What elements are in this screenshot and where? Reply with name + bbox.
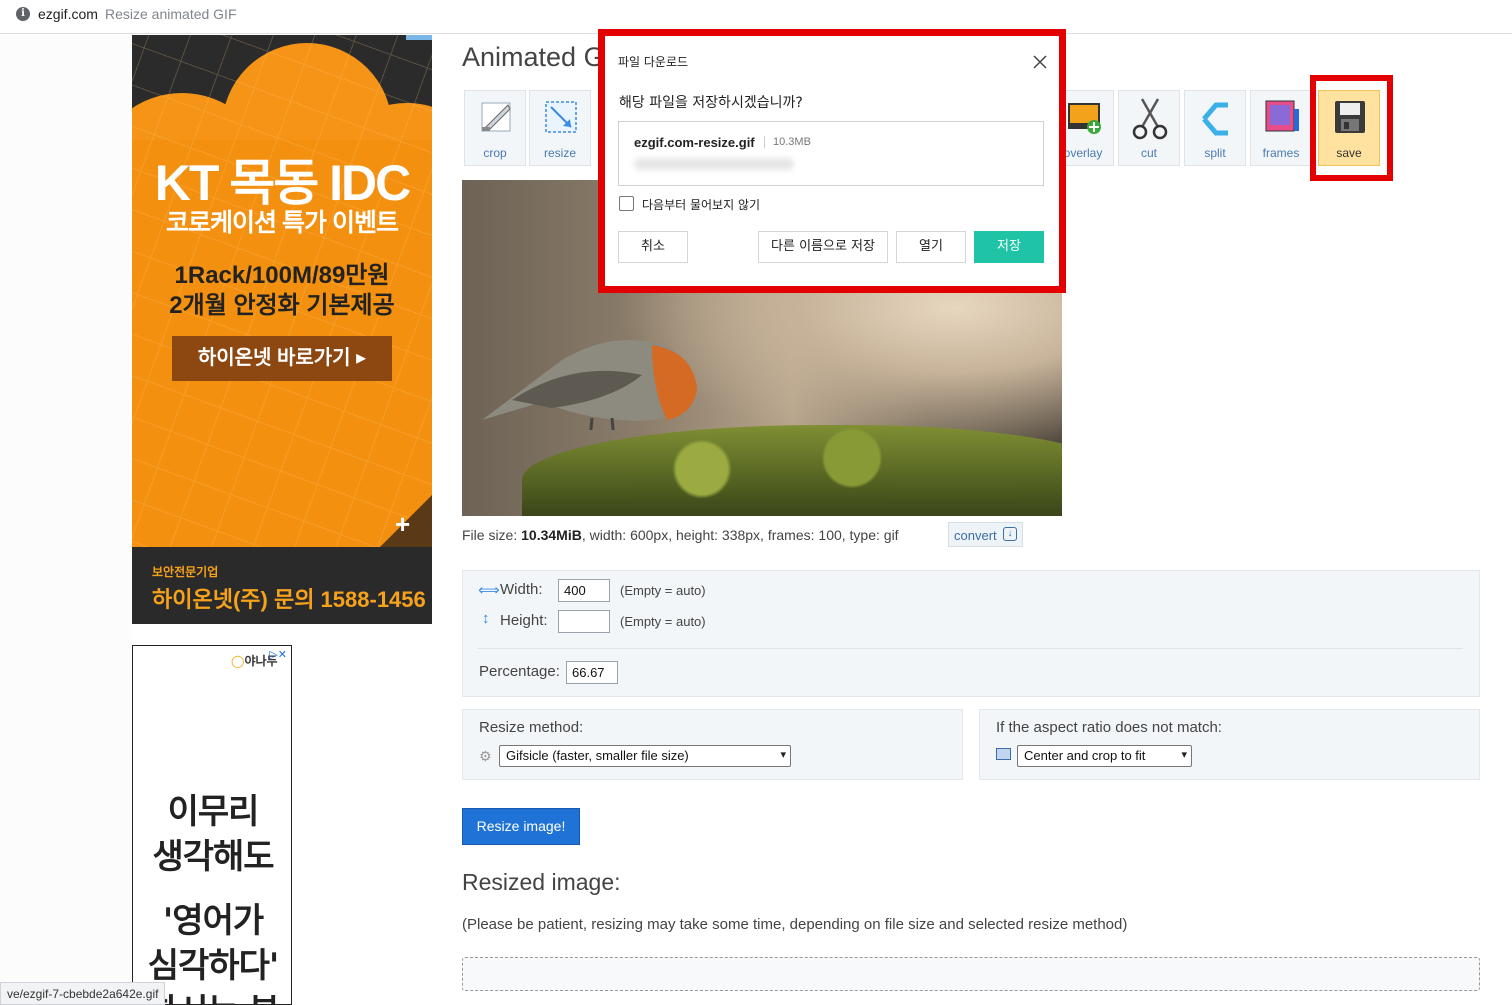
scissors-icon xyxy=(1132,98,1168,140)
tool-frames[interactable]: frames xyxy=(1250,90,1312,166)
crop-frame-icon xyxy=(996,748,1011,760)
ad-footer: 보안전문기업 하이온넷(주) 문의 1588-1456 xyxy=(132,547,432,624)
ad-offer-line2: 2개월 안정화 기본제공 xyxy=(169,292,395,319)
patience-note: (Please be patient, resizing may take so… xyxy=(462,916,1128,933)
resize-method-label: Resize method: xyxy=(479,719,584,736)
width-label: Width: xyxy=(500,581,543,598)
split-icon xyxy=(1202,102,1228,136)
percentage-label: Percentage: xyxy=(479,663,560,680)
height-label: Height: xyxy=(500,612,548,629)
kt-idc-ad-banner[interactable]: KT 목동 IDC 코로케이션 특가 이벤트 1Rack/100M/89만원 2… xyxy=(132,35,432,624)
download-arrow-icon: ↓ xyxy=(1003,527,1017,541)
save-highlight-box xyxy=(1310,75,1393,181)
dialog-blurred-path xyxy=(634,158,794,170)
ad-footer-contact: 하이온넷(주) 문의 1588-1456 xyxy=(152,587,426,612)
ad-footer-tagline: 보안전문기업 xyxy=(152,565,219,579)
width-hint: (Empty = auto) xyxy=(620,583,706,598)
crop-icon xyxy=(481,102,511,132)
ad-plus-icon[interactable]: + xyxy=(395,509,410,540)
ad2-line3: '영어가 xyxy=(162,901,264,941)
resized-image-heading: Resized image: xyxy=(462,869,621,895)
dont-ask-checkbox[interactable] xyxy=(619,196,634,211)
resize-icon xyxy=(545,101,577,133)
open-button[interactable]: 열기 xyxy=(896,231,966,263)
ad-cta-button[interactable]: 하이온넷 바로가기 ▸ xyxy=(172,336,392,381)
aspect-ratio-panel: If the aspect ratio does not match: Cent… xyxy=(979,709,1480,780)
dialog-title: 파일 다운로드 xyxy=(618,55,689,69)
ad-choices-icon[interactable] xyxy=(406,35,432,40)
percentage-input[interactable] xyxy=(566,661,618,684)
dialog-file-box: ezgif.com-resize.gif 10.3MB xyxy=(618,121,1044,186)
frames-icon xyxy=(1265,100,1299,132)
ad2-line2: 생각해도 xyxy=(152,837,274,877)
ad2-line4: 심각하다' xyxy=(147,946,280,986)
dialog-filesize: 10.3MB xyxy=(764,136,811,148)
ad-subheadline: 코로케이션 특가 이벤트 xyxy=(166,209,399,237)
file-download-dialog: 파일 다운로드 해당 파일을 저장하시겠습니까? ezgif.com-resiz… xyxy=(598,29,1066,293)
close-icon[interactable] xyxy=(1031,53,1049,71)
cancel-button[interactable]: 취소 xyxy=(618,231,688,263)
tool-crop[interactable]: crop xyxy=(464,90,526,166)
address-domain: ezgif.com xyxy=(38,6,98,22)
file-size: 10.34MiB xyxy=(521,527,582,543)
dialog-question: 해당 파일을 저장하시겠습니까? xyxy=(619,95,803,111)
left-margin xyxy=(0,35,132,1005)
tool-resize[interactable]: resize xyxy=(529,90,591,166)
info-icon[interactable]: i xyxy=(16,7,30,21)
height-arrows-icon: ↕ xyxy=(482,610,490,627)
gear-icon: ⚙ xyxy=(479,748,492,764)
address-page-title: Resize animated GIF xyxy=(105,6,237,22)
robin-bird-illustration xyxy=(482,340,697,430)
resized-output-area xyxy=(462,957,1480,991)
save-as-button[interactable]: 다른 이름으로 저장 xyxy=(758,231,888,263)
resize-method-select[interactable]: Gifsicle (faster, smaller file size) ▾ xyxy=(499,745,791,767)
aspect-ratio-label: If the aspect ratio does not match: xyxy=(996,719,1222,736)
moss-ground xyxy=(522,425,1062,516)
english-lesson-ad[interactable]: ◯야나두 ▷✕ 이무리 생각해도 '영어가 심각하다' 하시는 분 xyxy=(132,645,292,1005)
status-bar-url: ve/ezgif-7-cbebde2a642e.gif xyxy=(0,982,166,1005)
tool-split[interactable]: split xyxy=(1184,90,1246,166)
resize-method-panel: Resize method: ⚙ Gifsicle (faster, small… xyxy=(462,709,963,780)
resize-image-button[interactable]: Resize image! xyxy=(462,808,580,845)
dimensions-panel: ⟺ Width: (Empty = auto) ↕ Height: (Empty… xyxy=(462,570,1480,697)
ad-brand-circle-icon: ◯ xyxy=(231,654,245,668)
height-input[interactable] xyxy=(558,610,610,633)
chevron-down-icon: ▾ xyxy=(780,749,786,761)
convert-button[interactable]: convert ↓ xyxy=(948,522,1023,547)
dialog-filename: ezgif.com-resize.gif xyxy=(634,135,755,150)
save-button[interactable]: 저장 xyxy=(974,231,1044,263)
width-input[interactable] xyxy=(558,579,610,602)
height-hint: (Empty = auto) xyxy=(620,614,706,629)
ad-close-icon[interactable]: ▷✕ xyxy=(269,648,287,661)
ad2-line1: 이무리 xyxy=(167,792,260,832)
dont-ask-label[interactable]: 다음부터 물어보지 않기 xyxy=(642,196,760,213)
overlay-icon xyxy=(1068,103,1101,134)
file-info: File size: 10.34MiB, width: 600px, heigh… xyxy=(462,527,899,543)
divider xyxy=(478,648,1463,649)
tool-cut[interactable]: cut xyxy=(1118,90,1180,166)
width-arrows-icon: ⟺ xyxy=(478,582,500,599)
aspect-ratio-select[interactable]: Center and crop to fit ▾ xyxy=(1017,745,1192,767)
chevron-down-icon: ▾ xyxy=(1181,749,1187,761)
